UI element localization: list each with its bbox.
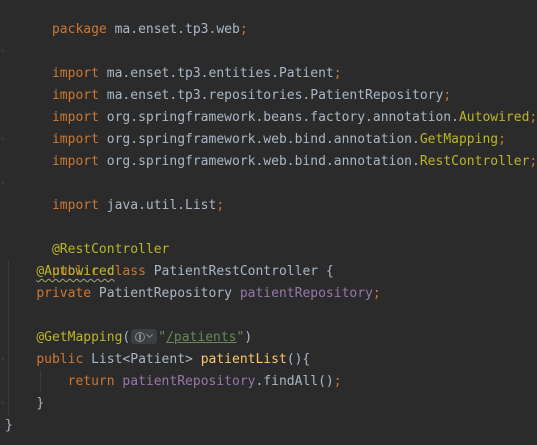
package-name: ma.enset.tp3.web <box>106 22 240 37</box>
keyword: import <box>51 198 99 213</box>
keyword: private <box>36 286 92 301</box>
keyword: package <box>51 22 107 37</box>
code-line-5[interactable]: import org.springframework.beans.factory… <box>0 85 537 125</box>
paren-open: ( <box>122 330 131 345</box>
method-params: (){ <box>286 352 311 367</box>
semicolon: ; <box>216 198 225 213</box>
semicolon: ; <box>239 22 248 37</box>
code-line-17[interactable]: ◦ public List<Patient> patientList(){ <box>0 349 537 371</box>
code-line-16[interactable]: @GetMapping("/patients") <box>0 327 537 349</box>
keyword: import <box>51 154 99 169</box>
closing-brace: } <box>5 418 13 433</box>
paren-close: ) <box>244 330 253 345</box>
code-line-18[interactable]: return patientRepository.findAll(); <box>0 371 537 393</box>
code-line-3[interactable]: ◦ import ma.enset.tp3.entities.Patient; <box>0 41 537 81</box>
semicolon: ; <box>333 374 342 389</box>
semicolon: ; <box>529 154 537 169</box>
code-line-13[interactable]: @Autowired <box>0 261 537 283</box>
field-name: patientRepository <box>122 374 256 389</box>
field-name: patientRepository <box>239 286 373 301</box>
code-line-12[interactable]: public class PatientRestController { <box>0 239 537 279</box>
closing-brace: } <box>36 396 45 411</box>
annotation: @Autowired <box>36 264 115 279</box>
code-line-7[interactable]: ◦ import org.springframework.web.bind.an… <box>0 129 537 169</box>
quote: " <box>158 330 167 345</box>
import-path: org.springframework.web.bind.annotation. <box>98 154 420 169</box>
code-line-1[interactable]: package ma.enset.tp3.web; <box>0 0 537 37</box>
import-path: java.util.List <box>98 198 217 213</box>
code-line-14[interactable]: private PatientRepository patientReposit… <box>0 283 537 305</box>
annotation: @GetMapping <box>36 330 123 345</box>
keyword: public <box>36 352 84 367</box>
method-call: .findAll() <box>255 374 334 389</box>
import-class: RestController <box>419 154 530 169</box>
code-line-19[interactable]: ◦ } <box>0 393 537 415</box>
globe-icon[interactable] <box>131 329 158 344</box>
semicolon: ; <box>372 286 381 301</box>
code-line-9[interactable]: ◦ import java.util.List; <box>0 173 537 213</box>
keyword: return <box>67 374 115 389</box>
type-name: List<Patient> <box>83 352 201 367</box>
code-line-6[interactable]: import org.springframework.web.bind.anno… <box>0 107 537 147</box>
url-string[interactable]: /patients <box>166 330 236 345</box>
method-name: patientList <box>200 352 287 367</box>
code-editor[interactable]: package ma.enset.tp3.web; ◦ import ma.en… <box>0 0 537 445</box>
code-line-20[interactable]: } <box>0 415 537 437</box>
chevron-down-icon <box>146 330 154 339</box>
type-name: PatientRepository <box>91 286 240 301</box>
code-line-4[interactable]: import ma.enset.tp3.repositories.Patient… <box>0 63 537 103</box>
code-line-11[interactable]: @RestController <box>0 217 537 257</box>
